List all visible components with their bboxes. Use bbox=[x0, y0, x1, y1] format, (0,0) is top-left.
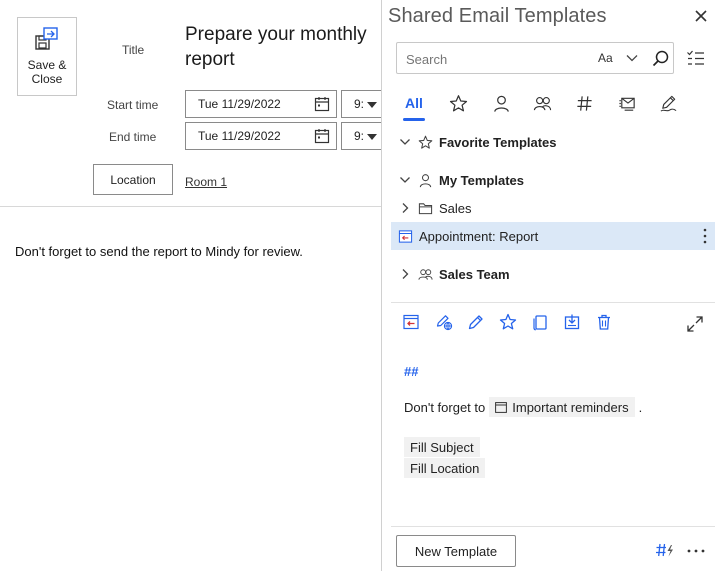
expand-icon[interactable] bbox=[686, 315, 704, 333]
title-label: Title bbox=[122, 43, 145, 57]
calendar-icon[interactable] bbox=[314, 96, 330, 112]
chevron-right-icon[interactable] bbox=[399, 202, 411, 214]
appointment-template-icon bbox=[398, 229, 413, 243]
end-date-value: Tue 11/29/2022 bbox=[198, 129, 281, 143]
save-close-icon bbox=[35, 27, 58, 50]
end-time-value: 9: bbox=[354, 129, 365, 143]
end-time-picker[interactable]: 9: bbox=[341, 122, 381, 150]
fill-location-macro[interactable]: Fill Location bbox=[404, 458, 486, 478]
tree-item-appointment-report[interactable]: Appointment: Report bbox=[391, 222, 715, 250]
star-icon bbox=[449, 94, 467, 111]
tab-hashtags[interactable] bbox=[572, 88, 596, 118]
close-icon[interactable] bbox=[694, 9, 708, 23]
tab-team-templates[interactable] bbox=[530, 88, 554, 118]
share-edit-icon[interactable] bbox=[435, 313, 453, 331]
copy-icon[interactable] bbox=[531, 313, 549, 331]
chevron-down-icon[interactable] bbox=[399, 174, 411, 186]
hashmark: ## bbox=[404, 364, 419, 379]
start-time-value: 9: bbox=[354, 97, 365, 111]
save-close-button[interactable]: Save & Close bbox=[17, 17, 77, 96]
tree-label: My Templates bbox=[439, 172, 525, 188]
insert-macro-icon[interactable] bbox=[655, 542, 674, 558]
edit-pencil-icon[interactable] bbox=[467, 313, 485, 331]
people-icon bbox=[418, 268, 433, 280]
more-horizontal-icon[interactable] bbox=[687, 549, 705, 553]
delete-trash-icon[interactable] bbox=[595, 313, 613, 331]
search-box[interactable]: Search Aa bbox=[396, 42, 674, 74]
chevron-right-icon[interactable] bbox=[399, 268, 411, 280]
chevron-down-icon[interactable] bbox=[399, 136, 411, 148]
filter-list-icon[interactable] bbox=[686, 49, 705, 68]
people-icon bbox=[533, 96, 551, 110]
template-preview: ## Don't forget to Important reminders .… bbox=[404, 364, 704, 478]
pen-edit-icon bbox=[660, 95, 676, 112]
template-window-icon bbox=[495, 401, 508, 413]
search-input[interactable]: Search bbox=[406, 52, 447, 67]
preview-text-end: . bbox=[638, 399, 643, 415]
title-input[interactable]: Prepare your monthly report bbox=[185, 22, 381, 72]
start-time-label: Start time bbox=[107, 98, 159, 112]
chevron-down-icon bbox=[367, 102, 377, 108]
tree-label: Appointment: Report bbox=[419, 228, 539, 244]
appointment-body[interactable]: Don't forget to send the report to Mindy… bbox=[15, 244, 303, 259]
template-icon bbox=[618, 97, 635, 111]
move-to-folder-icon[interactable] bbox=[563, 313, 581, 331]
divider bbox=[391, 302, 715, 303]
tree-label: Sales bbox=[439, 200, 472, 216]
new-template-button[interactable]: New Template bbox=[396, 535, 516, 567]
start-date-value: Tue 11/29/2022 bbox=[198, 97, 281, 111]
end-time-label: End time bbox=[109, 130, 157, 144]
search-icon[interactable] bbox=[652, 50, 669, 67]
save-close-label-line1: Save & bbox=[27, 58, 67, 72]
save-close-label-line2: Close bbox=[31, 72, 63, 86]
more-vertical-icon[interactable] bbox=[703, 228, 707, 244]
tree-folder-sales-team[interactable]: Sales Team bbox=[390, 260, 716, 288]
tree-folder-sales[interactable]: Sales bbox=[390, 194, 716, 222]
start-date-picker[interactable]: Tue 11/29/2022 bbox=[185, 90, 337, 118]
tab-my-templates[interactable] bbox=[489, 88, 513, 118]
folder-icon bbox=[418, 202, 433, 214]
chip-label: Important reminders bbox=[512, 399, 629, 415]
person-icon bbox=[493, 95, 509, 112]
start-time-picker[interactable]: 9: bbox=[341, 90, 381, 118]
tab-favorites[interactable] bbox=[446, 88, 470, 118]
favorite-star-icon[interactable] bbox=[499, 313, 517, 331]
appointment-form: Save & Close Title Prepare your monthly … bbox=[0, 0, 381, 571]
fill-subject-macro[interactable]: Fill Subject bbox=[404, 437, 480, 457]
tree-folder-favorites[interactable]: Favorite Templates bbox=[390, 128, 716, 156]
match-case-toggle[interactable]: Aa bbox=[598, 51, 613, 65]
person-icon bbox=[419, 173, 432, 187]
tree-folder-my-templates[interactable]: My Templates bbox=[390, 166, 716, 194]
insert-template-icon[interactable] bbox=[402, 313, 420, 331]
hash-icon bbox=[576, 95, 592, 111]
chevron-down-icon[interactable] bbox=[626, 54, 638, 62]
divider bbox=[391, 526, 715, 527]
shared-email-templates-pane: Shared Email Templates Search Aa All Fav… bbox=[381, 0, 720, 571]
preview-line: Don't forget to Important reminders . bbox=[404, 397, 642, 417]
tab-templates[interactable] bbox=[614, 88, 640, 118]
divider bbox=[0, 206, 381, 207]
chevron-down-icon bbox=[367, 134, 377, 140]
calendar-icon[interactable] bbox=[314, 128, 330, 144]
preview-text: Don't forget to bbox=[404, 399, 486, 415]
star-icon bbox=[418, 135, 433, 149]
location-value-link[interactable]: Room 1 bbox=[185, 175, 227, 189]
tab-all[interactable]: All bbox=[396, 88, 432, 121]
tree-label: Favorite Templates bbox=[439, 134, 557, 150]
insert-template-chip[interactable]: Important reminders bbox=[489, 397, 635, 417]
location-button[interactable]: Location bbox=[93, 164, 173, 195]
template-toolbar bbox=[402, 313, 714, 335]
end-date-picker[interactable]: Tue 11/29/2022 bbox=[185, 122, 337, 150]
tree-label: Sales Team bbox=[439, 266, 510, 282]
category-tabs: All bbox=[396, 88, 706, 121]
pane-title: Shared Email Templates bbox=[388, 5, 607, 27]
tab-edit[interactable] bbox=[656, 88, 680, 118]
